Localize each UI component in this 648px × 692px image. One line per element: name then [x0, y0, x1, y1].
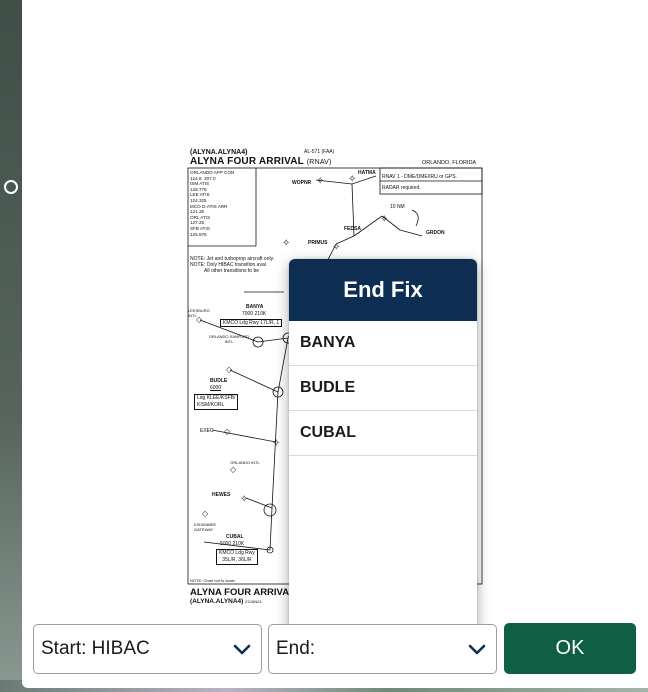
svg-text:✧: ✧	[272, 438, 280, 449]
fix-cubal: CUBAL	[226, 534, 244, 540]
svg-text:✧: ✧	[316, 176, 324, 187]
chart-footer-title: ALYNA FOUR ARRIVAL	[190, 587, 295, 598]
fix-exec: EXEC	[200, 428, 214, 434]
fix-grdon: GRDON	[426, 230, 445, 236]
chart-requirements: RNAV 1 - DME/DME/IRU or GPS. RADAR requir…	[382, 174, 457, 191]
fix-hewes: HEWES	[212, 492, 231, 498]
background-left-edge	[0, 0, 22, 692]
svg-text:✧: ✧	[282, 238, 290, 249]
end-fix-popover: End Fix BANYA BUDLE CUBAL	[289, 259, 477, 635]
chart-note-3: All other transitions to be	[204, 268, 260, 274]
cubal-restriction: 5000 210K	[220, 541, 245, 547]
fix-orlando-intl: ORLANDO INTL	[230, 460, 260, 465]
end-fix-option-budle[interactable]: BUDLE	[289, 366, 477, 411]
chart-id: (ALYNA.ALYNA4)	[190, 149, 248, 156]
svg-text:✧: ✧	[240, 494, 248, 505]
fix-hatma: HATMA	[358, 170, 376, 176]
partial-circle-icon	[4, 180, 18, 194]
end-fix-option-cubal[interactable]: CUBAL	[289, 411, 477, 456]
svg-text:✧: ✧	[332, 242, 340, 253]
fix-orlando-sanford: ORLANDO SANFORD INTL	[208, 334, 250, 344]
budle-landing-box: Ldg KLEE/KSFB/KISM/KORL	[194, 394, 239, 410]
ok-button[interactable]: OK	[504, 623, 636, 674]
svg-text:◇: ◇	[226, 365, 233, 374]
svg-text:◇: ◇	[202, 509, 209, 518]
chart-footer-id: (ALYNA.ALYNA4) 23JAN24	[190, 598, 262, 605]
fix-fedsa: FEDSA	[344, 226, 361, 232]
svg-text:◇: ◇	[224, 427, 231, 436]
chart-not-to-scale: NOTE: Chart not to scale.	[190, 578, 236, 583]
fix-wopnr: WOPNR	[292, 180, 312, 186]
banya-runway-box: KMCO Ldg Rwy 17L/R, 1	[220, 319, 283, 327]
end-fix-title: End Fix	[289, 259, 477, 321]
cubal-runway-box: KMCO Ldg Rwy 35L/R, 36L/R	[216, 549, 258, 565]
budle-altitude: 6000	[210, 385, 222, 391]
fix-primus: PRIMUS	[308, 240, 328, 246]
end-fix-select[interactable]: End:	[268, 624, 497, 674]
start-fix-label: Start: HIBAC	[41, 638, 150, 659]
banya-restriction: 7000 210K	[242, 311, 267, 317]
chart-frequencies: ORLANDO APP CON 124.8 307.0 ISM ATIS 128…	[190, 170, 235, 237]
end-fix-label: End:	[276, 638, 316, 659]
chevron-down-icon	[233, 644, 251, 655]
chart-title: ALYNA FOUR ARRIVAL (RNAV)	[190, 156, 332, 167]
start-fix-select[interactable]: Start: HIBAC	[33, 624, 262, 674]
fix-banya: BANYA	[246, 304, 264, 310]
chart-faa-code: AL-571 (FAA)	[304, 149, 335, 155]
svg-text:✧: ✧	[348, 174, 356, 185]
nm-label: 10 NM	[390, 204, 405, 210]
chart-city: ORLANDO, FLORIDA	[422, 160, 477, 166]
fix-leesburg: LEESBURG INTL	[188, 308, 210, 318]
fix-kissimmee: KISSIMMEE GATEWAY	[194, 522, 217, 532]
fix-budle: BUDLE	[210, 378, 228, 384]
svg-text:◇: ◇	[230, 465, 237, 474]
chevron-down-icon	[468, 644, 486, 655]
svg-text:✧: ✧	[380, 214, 388, 225]
end-fix-option-banya[interactable]: BANYA	[289, 321, 477, 366]
